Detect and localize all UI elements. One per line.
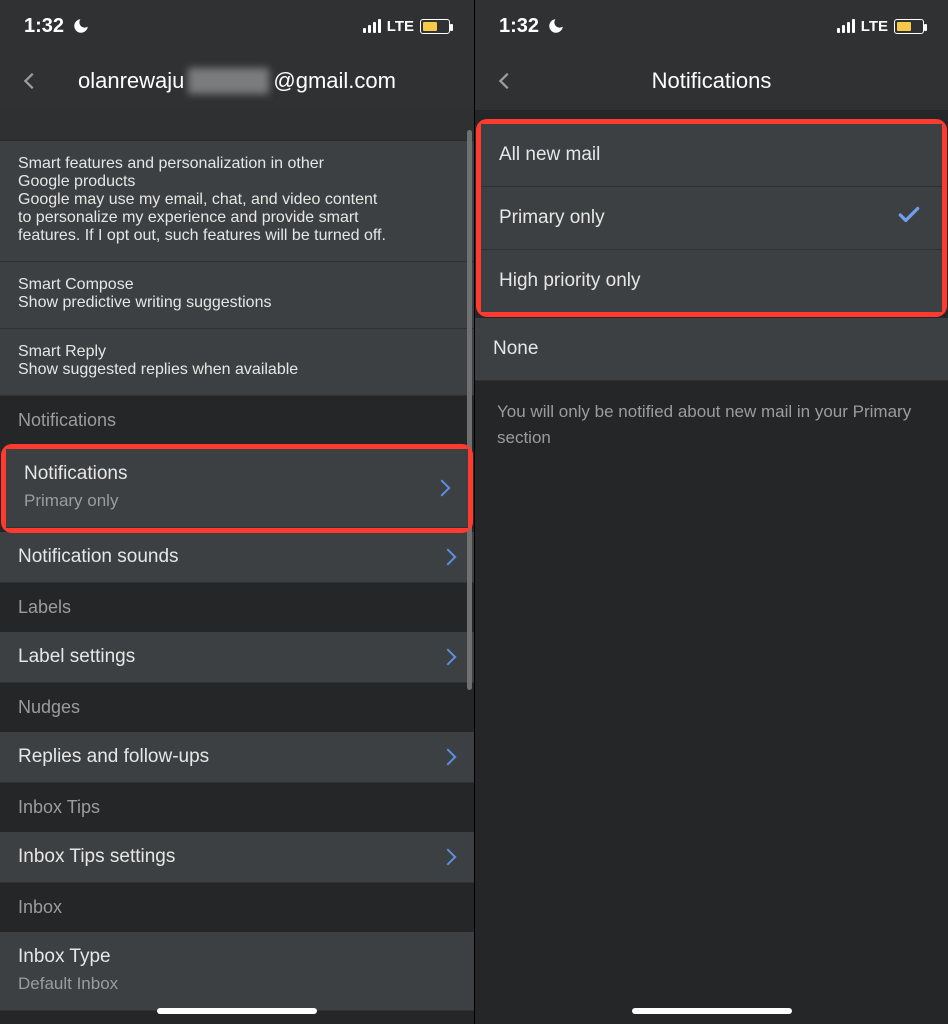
inbox-type-row[interactable]: Inbox Type Default Inbox	[0, 932, 474, 1011]
status-bar: 1:32 LTE	[0, 0, 474, 52]
option-label: Primary only	[499, 207, 605, 228]
status-time: 1:32	[24, 15, 64, 38]
network-label: LTE	[387, 18, 414, 35]
notifications-row[interactable]: Notifications Primary only	[6, 449, 468, 528]
section-inbox: Inbox	[0, 883, 474, 932]
network-label: LTE	[861, 18, 888, 35]
smart-reply-row: Smart Reply Show suggested replies when …	[0, 329, 474, 396]
notification-sounds-row[interactable]: Notification sounds	[0, 532, 474, 583]
notifications-title: Notifications	[24, 463, 450, 485]
inbox-type-title: Inbox Type	[18, 946, 456, 968]
back-button[interactable]	[491, 67, 519, 95]
smart-compose-row: Smart Compose Show predictive writing su…	[0, 262, 474, 329]
smart-compose-sub: Show predictive writing suggestions	[18, 294, 456, 312]
status-time: 1:32	[499, 15, 539, 38]
option-label: High priority only	[499, 270, 641, 291]
dnd-moon-icon	[72, 17, 90, 35]
page-title: Notifications	[531, 68, 892, 94]
notifications-pane: 1:32 LTE Notifications All new mail	[474, 0, 948, 1024]
section-labels: Labels	[0, 583, 474, 632]
signal-icon	[837, 19, 855, 33]
replies-row[interactable]: Replies and follow-ups	[0, 732, 474, 783]
truncated-previous	[0, 110, 474, 141]
back-button[interactable]	[16, 67, 44, 95]
home-indicator[interactable]	[157, 1008, 317, 1014]
title-bar: olanrewajuxxxxxxx@gmail.com	[0, 52, 474, 110]
email-suffix: @gmail.com	[273, 68, 396, 94]
home-indicator[interactable]	[632, 1008, 792, 1014]
chevron-left-icon	[494, 70, 516, 92]
label-settings-label: Label settings	[18, 646, 456, 668]
battery-icon	[894, 19, 924, 34]
settings-pane: 1:32 LTE olanrewajuxxxxxxx@gmail.com S	[0, 0, 474, 1024]
smart-reply-sub: Show suggested replies when available	[18, 361, 456, 379]
email-prefix: olanrewaju	[78, 68, 184, 94]
title-bar: Notifications	[475, 52, 948, 110]
smart-reply-title: Smart Reply	[18, 343, 456, 361]
signal-icon	[363, 19, 381, 33]
option-none[interactable]: None	[475, 318, 948, 381]
scrollbar[interactable]	[467, 130, 472, 690]
option-label: None	[493, 338, 538, 359]
notification-sounds-label: Notification sounds	[18, 546, 456, 568]
section-nudges: Nudges	[0, 683, 474, 732]
dnd-moon-icon	[547, 17, 565, 35]
highlight-options: All new mail Primary only High priority …	[481, 124, 942, 312]
smart-compose-title: Smart Compose	[18, 276, 456, 294]
replies-label: Replies and follow-ups	[18, 746, 456, 768]
status-bar: 1:32 LTE	[475, 0, 948, 52]
highlight-notifications: Notifications Primary only	[6, 449, 468, 528]
inbox-tips-settings-row[interactable]: Inbox Tips settings	[0, 832, 474, 883]
option-primary-only[interactable]: Primary only	[481, 187, 942, 250]
battery-icon	[420, 19, 450, 34]
section-inbox-tips: Inbox Tips	[0, 783, 474, 832]
option-label: All new mail	[499, 144, 600, 165]
option-high-priority[interactable]: High priority only	[481, 250, 942, 312]
inbox-type-sub: Default Inbox	[18, 972, 456, 996]
smart-features-desc: Google may use my email, chat, and video…	[18, 191, 388, 245]
option-all-new-mail[interactable]: All new mail	[481, 124, 942, 187]
inbox-tips-settings-label: Inbox Tips settings	[18, 846, 456, 868]
notifications-sub: Primary only	[24, 489, 450, 513]
battery-fill	[423, 22, 437, 31]
section-notifications: Notifications	[0, 396, 474, 445]
checkmark-icon	[896, 202, 922, 234]
helper-text: You will only be notified about new mail…	[475, 381, 948, 468]
label-settings-row[interactable]: Label settings	[0, 632, 474, 683]
page-title: olanrewajuxxxxxxx@gmail.com	[56, 68, 418, 94]
smart-features-title: Smart features and personalization in ot…	[18, 155, 378, 191]
chevron-left-icon	[19, 70, 41, 92]
smart-features-row: Smart features and personalization in ot…	[0, 141, 474, 262]
battery-fill	[897, 22, 911, 31]
email-blur: xxxxxxx	[188, 68, 269, 94]
